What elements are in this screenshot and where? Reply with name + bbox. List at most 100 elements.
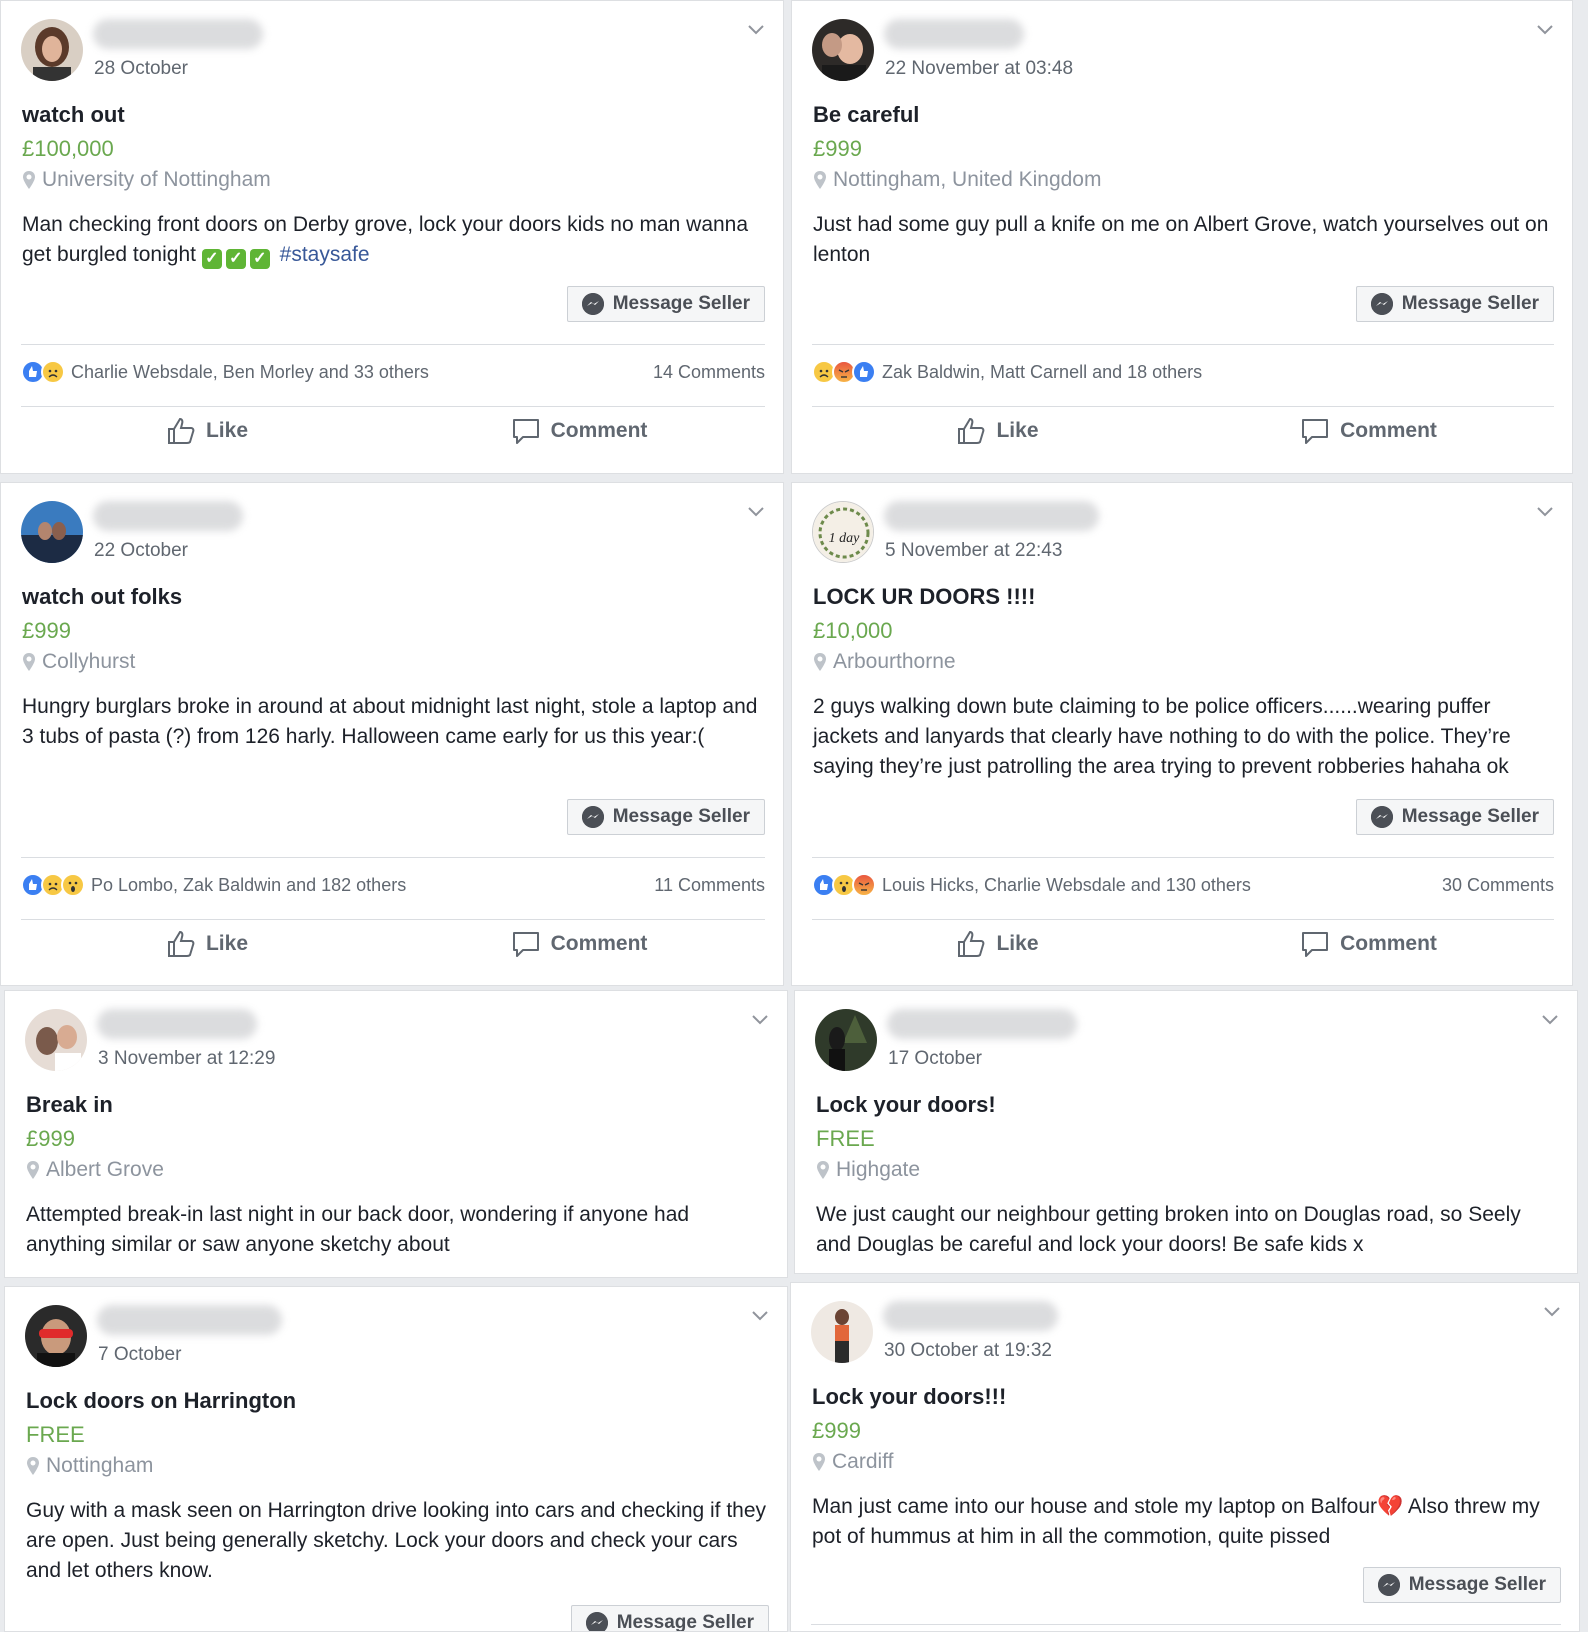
listing-price: £999 <box>26 1126 75 1151</box>
avatar[interactable] <box>25 1009 87 1071</box>
like-reaction-icon <box>852 360 876 384</box>
post-date[interactable]: 5 November at 22:43 <box>885 540 1062 562</box>
comment-button[interactable]: Comment <box>393 406 765 456</box>
post-date[interactable]: 22 November at 03:48 <box>885 58 1073 80</box>
post-body: Man just came into our house and stole m… <box>812 1492 1563 1552</box>
message-seller-button[interactable]: Message Seller <box>1362 1567 1561 1603</box>
post-date[interactable]: 7 October <box>98 1344 181 1366</box>
message-seller-label: Message Seller <box>612 293 750 314</box>
like-button[interactable]: Like <box>812 406 1183 456</box>
chevron-down-icon[interactable] <box>1536 23 1554 37</box>
comments-count[interactable]: 11 Comments <box>654 875 765 896</box>
like-button[interactable]: Like <box>812 919 1183 969</box>
message-seller-button[interactable]: Message Seller <box>566 799 765 835</box>
comments-count[interactable]: 14 Comments <box>653 362 765 383</box>
chevron-down-icon[interactable] <box>747 23 765 37</box>
listing-price: £999 <box>22 618 71 643</box>
reactions-summary[interactable]: Zak Baldwin, Matt Carnell and 18 others <box>812 360 1554 384</box>
author-name-redacted <box>93 19 263 49</box>
messenger-icon <box>585 1612 608 1631</box>
post-actions: Like Comment <box>21 919 765 969</box>
post-card: 3 November at 12:29 Break in £999 Albert… <box>4 990 788 1278</box>
listing-title: Lock doors on Harrington <box>26 1388 297 1413</box>
thumbs-up-icon <box>958 417 985 444</box>
author-name-redacted <box>93 501 243 531</box>
post-body-text: Man just came into our house and stole m… <box>812 1495 1377 1518</box>
listing-price: FREE <box>26 1422 85 1447</box>
comment-label: Comment <box>550 932 648 955</box>
listing-location[interactable]: Cardiff <box>812 1450 893 1474</box>
location-text: Arbourthorne <box>833 650 956 673</box>
message-seller-label: Message Seller <box>1401 806 1539 827</box>
divider <box>812 857 1554 858</box>
post-date[interactable]: 30 October at 19:32 <box>884 1340 1052 1362</box>
chevron-down-icon[interactable] <box>751 1013 769 1027</box>
avatar[interactable]: 1 day <box>812 501 874 563</box>
messenger-icon <box>1370 293 1393 315</box>
post-body-text: Attempted break-in last night in our bac… <box>26 1203 690 1256</box>
author-name-redacted <box>97 1009 257 1039</box>
message-seller-label: Message Seller <box>616 1612 754 1632</box>
location-pin-icon <box>817 1161 829 1179</box>
reaction-names: Zak Baldwin, Matt Carnell and 18 others <box>882 361 1203 382</box>
listing-title: Lock your doors!!! <box>812 1384 1007 1409</box>
listing-location[interactable]: Albert Grove <box>26 1158 164 1182</box>
message-seller-button[interactable]: Message Seller <box>1355 799 1554 835</box>
check-emoji-icon: ✓ <box>225 249 246 269</box>
listing-location[interactable]: Nottingham, United Kingdom <box>813 168 1101 192</box>
chevron-down-icon[interactable] <box>1536 505 1554 519</box>
chevron-down-icon[interactable] <box>1541 1013 1559 1027</box>
post-body-text: Just had some guy pull a knife on me on … <box>813 213 1549 266</box>
avatar[interactable] <box>812 19 874 81</box>
post-date[interactable]: 17 October <box>888 1048 982 1070</box>
avatar[interactable] <box>25 1305 87 1367</box>
location-text: Nottingham <box>46 1454 154 1477</box>
listing-location[interactable]: Nottingham <box>26 1454 153 1478</box>
thumbs-up-icon <box>167 930 195 957</box>
location-pin-icon <box>814 171 826 189</box>
reaction-names: Po Lombo, Zak Baldwin and 182 others <box>91 874 407 895</box>
listing-location[interactable]: University of Nottingham <box>22 168 271 192</box>
comment-button[interactable]: Comment <box>1183 406 1554 456</box>
listing-title: Be careful <box>813 102 920 127</box>
chevron-down-icon[interactable] <box>751 1309 769 1323</box>
avatar[interactable] <box>811 1301 873 1363</box>
listing-location[interactable]: Highgate <box>816 1158 920 1182</box>
reactions-summary[interactable]: Louis Hicks, Charlie Websdale and 130 ot… <box>812 873 1554 897</box>
post-card: 22 November at 03:48 Be careful £999 Not… <box>791 0 1573 474</box>
like-button[interactable]: Like <box>21 919 393 969</box>
location-text: Cardiff <box>832 1450 894 1473</box>
location-text: Nottingham, United Kingdom <box>833 168 1102 191</box>
chevron-down-icon[interactable] <box>747 505 765 519</box>
location-text: Highgate <box>836 1158 921 1181</box>
like-button[interactable]: Like <box>21 406 393 456</box>
message-seller-button[interactable]: Message Seller <box>1355 286 1554 322</box>
post-date[interactable]: 22 October <box>94 540 188 562</box>
avatar[interactable] <box>815 1009 877 1071</box>
message-seller-button[interactable]: Message Seller <box>566 286 765 322</box>
post-date[interactable]: 3 November at 12:29 <box>98 1048 275 1070</box>
like-label: Like <box>996 932 1039 955</box>
listing-location[interactable]: Collyhurst <box>22 650 135 674</box>
listing-location[interactable]: Arbourthorne <box>813 650 956 674</box>
message-seller-label: Message Seller <box>612 806 750 827</box>
comments-count[interactable]: 30 Comments <box>1442 875 1554 896</box>
avatar[interactable] <box>21 19 83 81</box>
like-label: Like <box>205 932 249 955</box>
avatar-text: 1 day <box>829 531 861 546</box>
reaction-names: Louis Hicks, Charlie Websdale and 130 ot… <box>882 874 1251 895</box>
comment-button[interactable]: Comment <box>1183 919 1554 969</box>
post-date[interactable]: 28 October <box>94 58 188 80</box>
message-seller-button[interactable]: Message Seller <box>570 1605 769 1632</box>
avatar[interactable] <box>21 501 83 563</box>
hashtag-link[interactable]: #staysafe <box>280 243 370 266</box>
reactions-summary[interactable]: Charlie Websdale, Ben Morley and 33 othe… <box>21 360 765 384</box>
location-pin-icon <box>27 1161 39 1179</box>
comment-bubble-icon <box>1302 419 1329 444</box>
location-pin-icon <box>23 653 35 671</box>
chevron-down-icon[interactable] <box>1543 1305 1561 1319</box>
comment-button[interactable]: Comment <box>393 919 765 969</box>
divider <box>21 857 765 858</box>
reactions-summary[interactable]: Po Lombo, Zak Baldwin and 182 others 11 … <box>21 873 765 897</box>
listing-price: £10,000 <box>813 618 893 643</box>
